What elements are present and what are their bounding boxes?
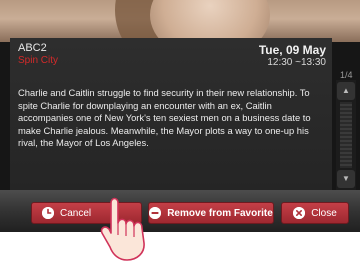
x-circle-icon [293,207,306,219]
scroll-up-button[interactable]: ▲ [337,82,355,100]
chevron-up-icon: ▲ [342,86,350,95]
remove-from-favorite-label: Remove from Favorite [167,207,273,219]
pointing-hand-icon [100,197,145,261]
program-header: ABC2 Spin City Tue, 09 May 12:30 ~13:30 [10,38,332,82]
photo-face [150,0,270,42]
close-button[interactable]: Close [281,202,349,224]
tv-screen: ABC2 Spin City Tue, 09 May 12:30 ~13:30 … [0,0,360,232]
remove-from-favorite-button[interactable]: Remove from Favorite [148,202,274,224]
program-title: Spin City [18,55,59,66]
scroll-track[interactable] [340,102,352,168]
clock-icon [42,207,54,219]
scroll-down-button[interactable]: ▼ [337,170,355,188]
cancel-label: Cancel [60,207,92,219]
program-date: Tue, 09 May [258,43,326,57]
page-indicator: 1/4 [340,70,353,80]
program-info-panel: ABC2 Spin City Tue, 09 May 12:30 ~13:30 … [10,38,332,190]
description-scrollbar[interactable]: ▲ ▼ [336,80,356,190]
program-time: 12:30 ~13:30 [267,57,326,68]
channel-name: ABC2 [18,42,47,54]
close-label: Close [311,207,337,219]
program-description: Charlie and Caitlin struggle to find sec… [18,87,311,149]
chevron-down-icon: ▼ [342,174,350,183]
background-photo [0,0,360,42]
action-button-bar: Cancel Remove from Favorite Close [0,190,360,232]
